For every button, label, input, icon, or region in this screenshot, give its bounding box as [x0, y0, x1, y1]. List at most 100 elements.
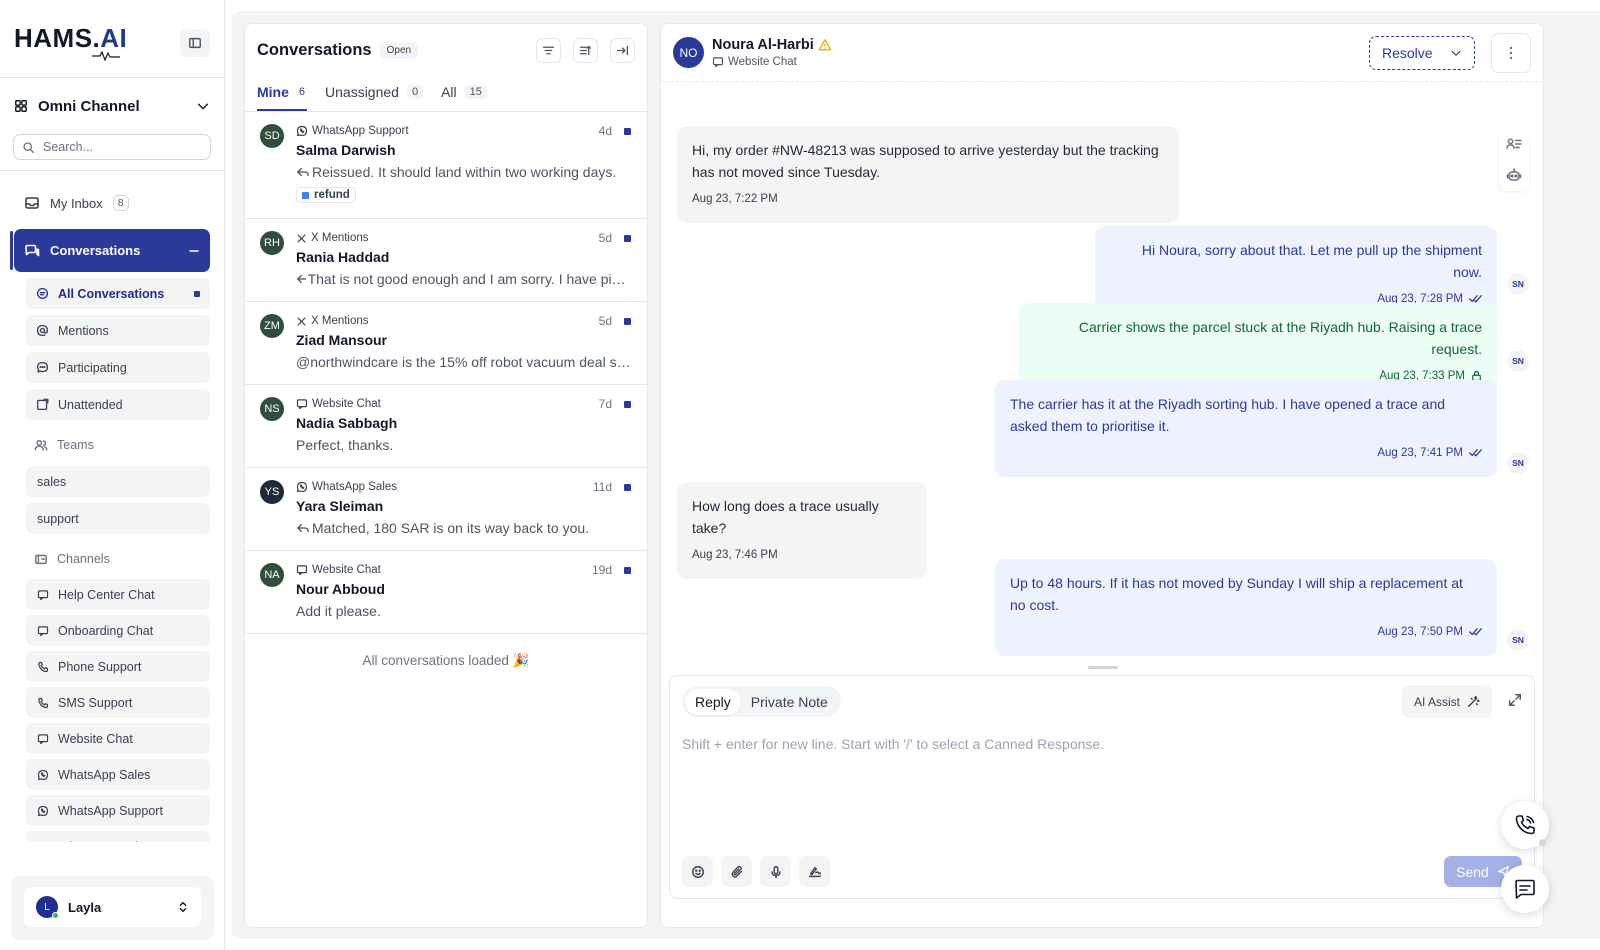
- collapse-list-button[interactable]: [610, 37, 635, 63]
- conversation-channel-row: X Mentions 5d: [296, 314, 631, 328]
- tab-all[interactable]: All 15: [441, 84, 487, 111]
- grid-icon: [15, 100, 27, 112]
- chevron-down-icon[interactable]: [1450, 47, 1462, 59]
- conversation-card[interactable]: NS Website Chat 7d Nadia Sabbagh Perfect, th…: [245, 385, 647, 468]
- agent-avatar: SN: [1507, 350, 1529, 372]
- contact-name: Yara Sleiman: [296, 498, 384, 514]
- conversation-view-0[interactable]: All Conversations: [26, 278, 210, 309]
- label-color-swatch: [302, 191, 309, 199]
- label-text: refund: [314, 189, 350, 201]
- online-status-dot: [52, 912, 59, 919]
- sidebar-item-channel[interactable]: WhatsApp Hub: [26, 831, 210, 842]
- voice-button[interactable]: [760, 856, 791, 887]
- whatsapp-icon: [296, 481, 308, 493]
- contact-avatar[interactable]: NO: [673, 37, 704, 68]
- chat-panel: NO Noura Al-Harbi Website Chat Resolve H…: [660, 23, 1544, 928]
- paperclip-icon: [731, 865, 742, 878]
- sidebar-item-conversations[interactable]: Conversations: [10, 229, 210, 272]
- reply-icon: [296, 522, 310, 534]
- message-preview-row: @northwindcare is the 15% off robot vacu…: [296, 354, 631, 370]
- sidebar-item-channel[interactable]: Onboarding Chat: [26, 615, 210, 646]
- filter-button[interactable]: [536, 37, 561, 63]
- sidebar-item-channel[interactable]: WhatsApp Sales: [26, 759, 210, 790]
- contact-details-icon[interactable]: [1506, 137, 1522, 151]
- conversation-view-3[interactable]: Unattended: [26, 389, 210, 420]
- message-preview-row: Matched, 180 SAR is on its way back to y…: [296, 520, 631, 536]
- sidebar-item-team[interactable]: sales: [26, 466, 210, 497]
- sort-button[interactable]: [573, 37, 598, 63]
- sidebar-search: [13, 134, 211, 160]
- magic-wand-icon: [1467, 695, 1480, 707]
- sidebar-item-channel[interactable]: Website Chat: [26, 723, 210, 754]
- expand-composer-button[interactable]: [1508, 693, 1522, 707]
- call-status-dot: [1539, 839, 1546, 846]
- sidebar-item-channel[interactable]: Phone Support: [26, 651, 210, 682]
- conversation-card[interactable]: ZM X Mentions 5d Ziad Mansour @northwindcare…: [245, 302, 647, 385]
- website-chat-icon: [37, 733, 49, 745]
- conversation-channel: Website Chat: [312, 564, 381, 576]
- channel-label: WhatsApp Support: [58, 803, 163, 818]
- conversation-view-1[interactable]: Mentions: [26, 315, 210, 346]
- call-fab-button[interactable]: [1501, 801, 1549, 849]
- attach-button[interactable]: [721, 856, 752, 887]
- sidebar: HAMS.AI Omni Channel My Inbox 8 Conversa…: [0, 0, 225, 950]
- reply-textarea[interactable]: [682, 736, 1522, 816]
- side-tools: [1499, 129, 1529, 191]
- tab-mine[interactable]: Mine 6: [257, 84, 308, 111]
- pulse-icon: [92, 51, 120, 61]
- contact-name: Ziad Mansour: [296, 332, 388, 348]
- conversation-channel: Website Chat: [312, 398, 381, 410]
- sidebar-item-channel[interactable]: Help Center Chat: [26, 579, 210, 610]
- phone-icon: [37, 661, 49, 673]
- conversation-label-tag[interactable]: refund: [296, 187, 356, 203]
- channels-icon: [35, 554, 47, 565]
- unread-dot: [624, 483, 631, 491]
- conversation-card[interactable]: RH X Mentions 5d Rania Haddad That is not go…: [245, 219, 647, 302]
- channel-label: WhatsApp Hub: [58, 840, 142, 843]
- outgoing-message: The carrier has it at the Riyadh sorting…: [995, 380, 1497, 477]
- emoji-button[interactable]: [682, 856, 713, 887]
- conversation-card[interactable]: YS WhatsApp Sales 11d Yara Sleiman Matched, …: [245, 468, 647, 551]
- tab-unassigned[interactable]: Unassigned 0: [325, 84, 424, 111]
- conversation-channel: WhatsApp Support: [312, 125, 409, 137]
- chat-fab-button[interactable]: [1501, 865, 1549, 913]
- message-time: Aug 23, 7:46 PM: [692, 549, 778, 561]
- user-avatar: L: [36, 896, 59, 919]
- status-badge[interactable]: Open: [379, 41, 419, 59]
- message-text: Hi, my order #NW-48213 was supposed to a…: [692, 142, 1159, 180]
- more-options-button[interactable]: [1491, 32, 1531, 73]
- at-icon: [36, 324, 49, 337]
- user-initial: L: [44, 901, 50, 913]
- logo-text: HAMS.: [14, 23, 101, 53]
- conversation-channel: WhatsApp Sales: [312, 481, 398, 493]
- channels-section-label: Channels: [0, 544, 224, 574]
- sidebar-item-channel[interactable]: SMS Support: [26, 687, 210, 718]
- collapse-sidebar-button[interactable]: [180, 29, 210, 57]
- conversation-list-panel: Conversations Open Mine 6 Unassigned 0 All 15…: [244, 23, 648, 928]
- user-menu: L Layla: [11, 876, 214, 940]
- collapse-minus-icon[interactable]: [188, 245, 200, 257]
- contact-name[interactable]: Noura Al-Harbi: [712, 37, 814, 53]
- resize-handle[interactable]: [1088, 666, 1118, 669]
- logo-accent: AI: [100, 23, 128, 53]
- tab-count: 0: [406, 85, 424, 99]
- search-input[interactable]: [43, 140, 193, 154]
- signature-button[interactable]: [799, 856, 830, 887]
- private-note-mode-button[interactable]: Private Note: [741, 689, 838, 715]
- conversation-card[interactable]: NA Website Chat 19d Nour Abboud Add it pleas…: [245, 551, 647, 634]
- message-preview: Matched, 180 SAR is on its way back to y…: [312, 520, 590, 536]
- sidebar-item-team[interactable]: support: [26, 503, 210, 534]
- conversation-view-2[interactable]: Participating: [26, 352, 210, 383]
- conversation-card[interactable]: SD WhatsApp Support 4d Salma Darwish Reissue…: [245, 112, 647, 219]
- conversation-view-label: Mentions: [58, 323, 109, 338]
- workspace-switcher[interactable]: Omni Channel: [0, 78, 224, 134]
- bot-icon[interactable]: [1506, 167, 1522, 183]
- ai-assist-button[interactable]: AI Assist: [1401, 685, 1492, 718]
- sidebar-item-channel[interactable]: WhatsApp Support: [26, 795, 210, 826]
- logo: HAMS.AI: [14, 23, 128, 61]
- user-switcher[interactable]: L Layla: [24, 887, 201, 927]
- reply-mode-button[interactable]: Reply: [685, 688, 741, 715]
- conversation-items: SD WhatsApp Support 4d Salma Darwish Reissue…: [245, 112, 647, 634]
- resolve-button[interactable]: Resolve: [1369, 35, 1475, 70]
- sidebar-item-my-inbox[interactable]: My Inbox 8: [0, 185, 224, 221]
